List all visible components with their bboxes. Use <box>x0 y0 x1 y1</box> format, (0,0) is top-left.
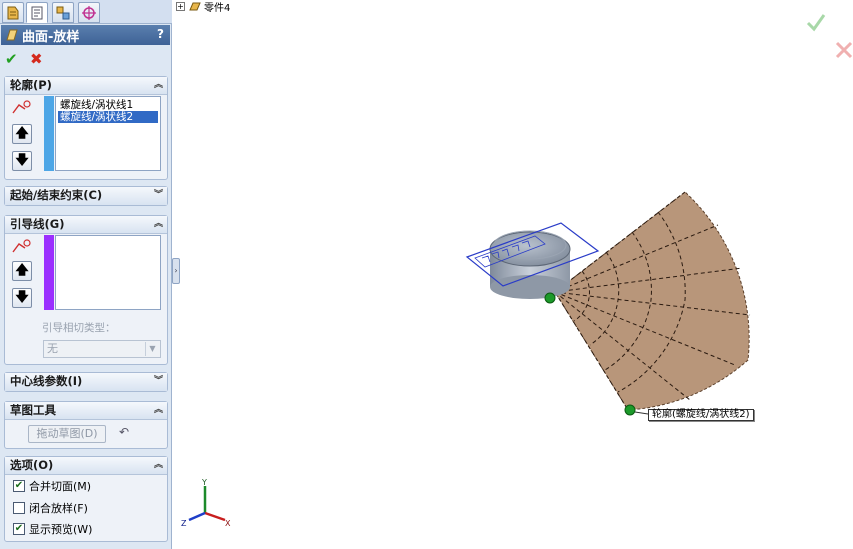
collapse-chevron-icon[interactable]: ︽ <box>154 457 163 474</box>
expand-chevron-icon[interactable]: ︾ <box>154 187 163 204</box>
checkbox-label: 合并切面(M) <box>29 480 92 493</box>
manager-tabs <box>0 0 172 24</box>
dimxpert-tab[interactable] <box>78 2 100 23</box>
start-end-header[interactable]: 起始/结束约束(C) ︾ <box>5 187 167 205</box>
checkbox-label: 闭合放样(F) <box>29 502 88 515</box>
checkbox[interactable]: ✔ <box>13 480 25 492</box>
profile-color-bar <box>44 96 54 171</box>
model-scene <box>465 191 751 416</box>
centerline-parameters-group: 中心线参数(I) ︾ <box>4 372 168 392</box>
cylinder-body[interactable] <box>489 230 571 299</box>
profile-end-point[interactable] <box>624 404 636 416</box>
drag-sketch-button[interactable]: 拖动草图(D) <box>28 425 106 443</box>
profiles-header[interactable]: 轮廓(P) ︽ <box>5 77 167 95</box>
merge-tangent-faces-option[interactable]: ✔ 合并切面(M) <box>13 478 91 494</box>
panel-collapse-handle[interactable]: › <box>172 258 180 284</box>
centerline-header-label: 中心线参数(I) <box>10 374 83 388</box>
checkbox[interactable]: ✔ <box>13 523 25 535</box>
show-preview-option[interactable]: ✔ 显示预览(W) <box>13 521 92 537</box>
feature-title-bar: 曲面-放样 ? <box>1 25 170 45</box>
start-end-constraints-group: 起始/结束约束(C) ︾ <box>4 186 168 206</box>
profiles-header-label: 轮廓(P) <box>10 78 52 92</box>
checkbox-label: 显示预览(W) <box>29 523 93 536</box>
loft-surface-icon <box>6 29 18 41</box>
tangency-type-value: 无 <box>47 342 58 355</box>
centerline-header[interactable]: 中心线参数(I) ︾ <box>5 373 167 391</box>
undo-icon[interactable]: ↶ <box>119 425 129 439</box>
profile-select-icon <box>12 100 31 114</box>
list-item[interactable]: 螺旋线/涡状线2 <box>58 111 158 123</box>
start-end-header-label: 起始/结束约束(C) <box>10 188 103 202</box>
guides-listbox[interactable] <box>55 235 161 310</box>
profile-callout-label[interactable]: 轮廓(螺旋线/涡状线2) <box>648 409 754 421</box>
sketch-tools-group: 草图工具 ︽ 拖动草图(D) ↶ <box>4 401 168 449</box>
feature-tree-icon <box>7 6 19 19</box>
cancel-x-icon[interactable]: ✖ <box>30 51 46 67</box>
guide-move-up-button[interactable]: 🡅 <box>12 261 32 281</box>
options-group: 选项(O) ︽ ✔ 合并切面(M) 闭合放样(F) ✔ 显示预览(W) <box>4 456 168 542</box>
profiles-listbox[interactable]: 螺旋线/涡状线1 螺旋线/涡状线2 <box>55 96 161 171</box>
dropdown-arrow-icon[interactable]: ▼ <box>145 342 159 356</box>
guide-color-bar <box>44 235 54 310</box>
collapse-chevron-icon[interactable]: ︽ <box>154 402 163 419</box>
solidworks-window: 曲面-放样 ? ✔ ✖ 轮廓(P) ︽ 🡅 🡇 螺旋线/涡状线1 螺旋线/涡状线… <box>0 0 853 549</box>
profile-start-point[interactable] <box>544 292 556 304</box>
move-up-button[interactable]: 🡅 <box>12 124 32 144</box>
property-manager-tab[interactable] <box>26 2 48 23</box>
triad-x-label: X <box>225 519 231 528</box>
feature-title: 曲面-放样 <box>22 29 80 45</box>
triad-z-label: Z <box>181 519 187 528</box>
reference-triad: Y X Z <box>181 478 231 528</box>
loft-surface-preview[interactable] <box>554 191 751 411</box>
options-header-label: 选项(O) <box>10 458 54 472</box>
property-manager: 曲面-放样 ? ✔ ✖ 轮廓(P) ︽ 🡅 🡇 螺旋线/涡状线1 螺旋线/涡状线… <box>0 0 172 549</box>
options-header[interactable]: 选项(O) ︽ <box>5 457 167 475</box>
list-item[interactable]: 螺旋线/涡状线1 <box>58 99 158 111</box>
configuration-manager-tab[interactable] <box>52 2 74 23</box>
property-icon <box>31 6 43 19</box>
collapse-chevron-icon[interactable]: ︽ <box>154 216 163 233</box>
sketch-tools-header[interactable]: 草图工具 ︽ <box>5 402 167 420</box>
triad-y-label: Y <box>201 478 207 487</box>
help-icon[interactable]: ? <box>157 27 164 41</box>
guides-header[interactable]: 引导线(G) ︽ <box>5 216 167 234</box>
configuration-icon <box>56 6 70 19</box>
guide-select-icon <box>12 239 31 253</box>
guide-curves-group: 引导线(G) ︽ 🡅 🡇 引导相切类型： 无 ▼ <box>4 215 168 365</box>
close-loft-option[interactable]: 闭合放样(F) <box>13 500 88 516</box>
ok-check-icon[interactable]: ✔ <box>5 51 21 67</box>
guide-move-down-button[interactable]: 🡇 <box>12 288 32 308</box>
tangency-type-label: 引导相切类型： <box>42 322 116 334</box>
checkbox[interactable] <box>13 502 25 514</box>
collapse-chevron-icon[interactable]: ︽ <box>154 77 163 94</box>
tangency-type-select[interactable]: 无 ▼ <box>43 340 161 358</box>
feature-manager-tab[interactable] <box>2 2 24 23</box>
sketch-tools-header-label: 草图工具 <box>10 403 56 417</box>
expand-chevron-icon[interactable]: ︾ <box>154 373 163 390</box>
move-down-button[interactable]: 🡇 <box>12 151 32 171</box>
crosshair-icon <box>82 5 96 20</box>
profiles-group: 轮廓(P) ︽ 🡅 🡇 螺旋线/涡状线1 螺旋线/涡状线2 <box>4 76 168 180</box>
guides-header-label: 引导线(G) <box>10 217 65 231</box>
